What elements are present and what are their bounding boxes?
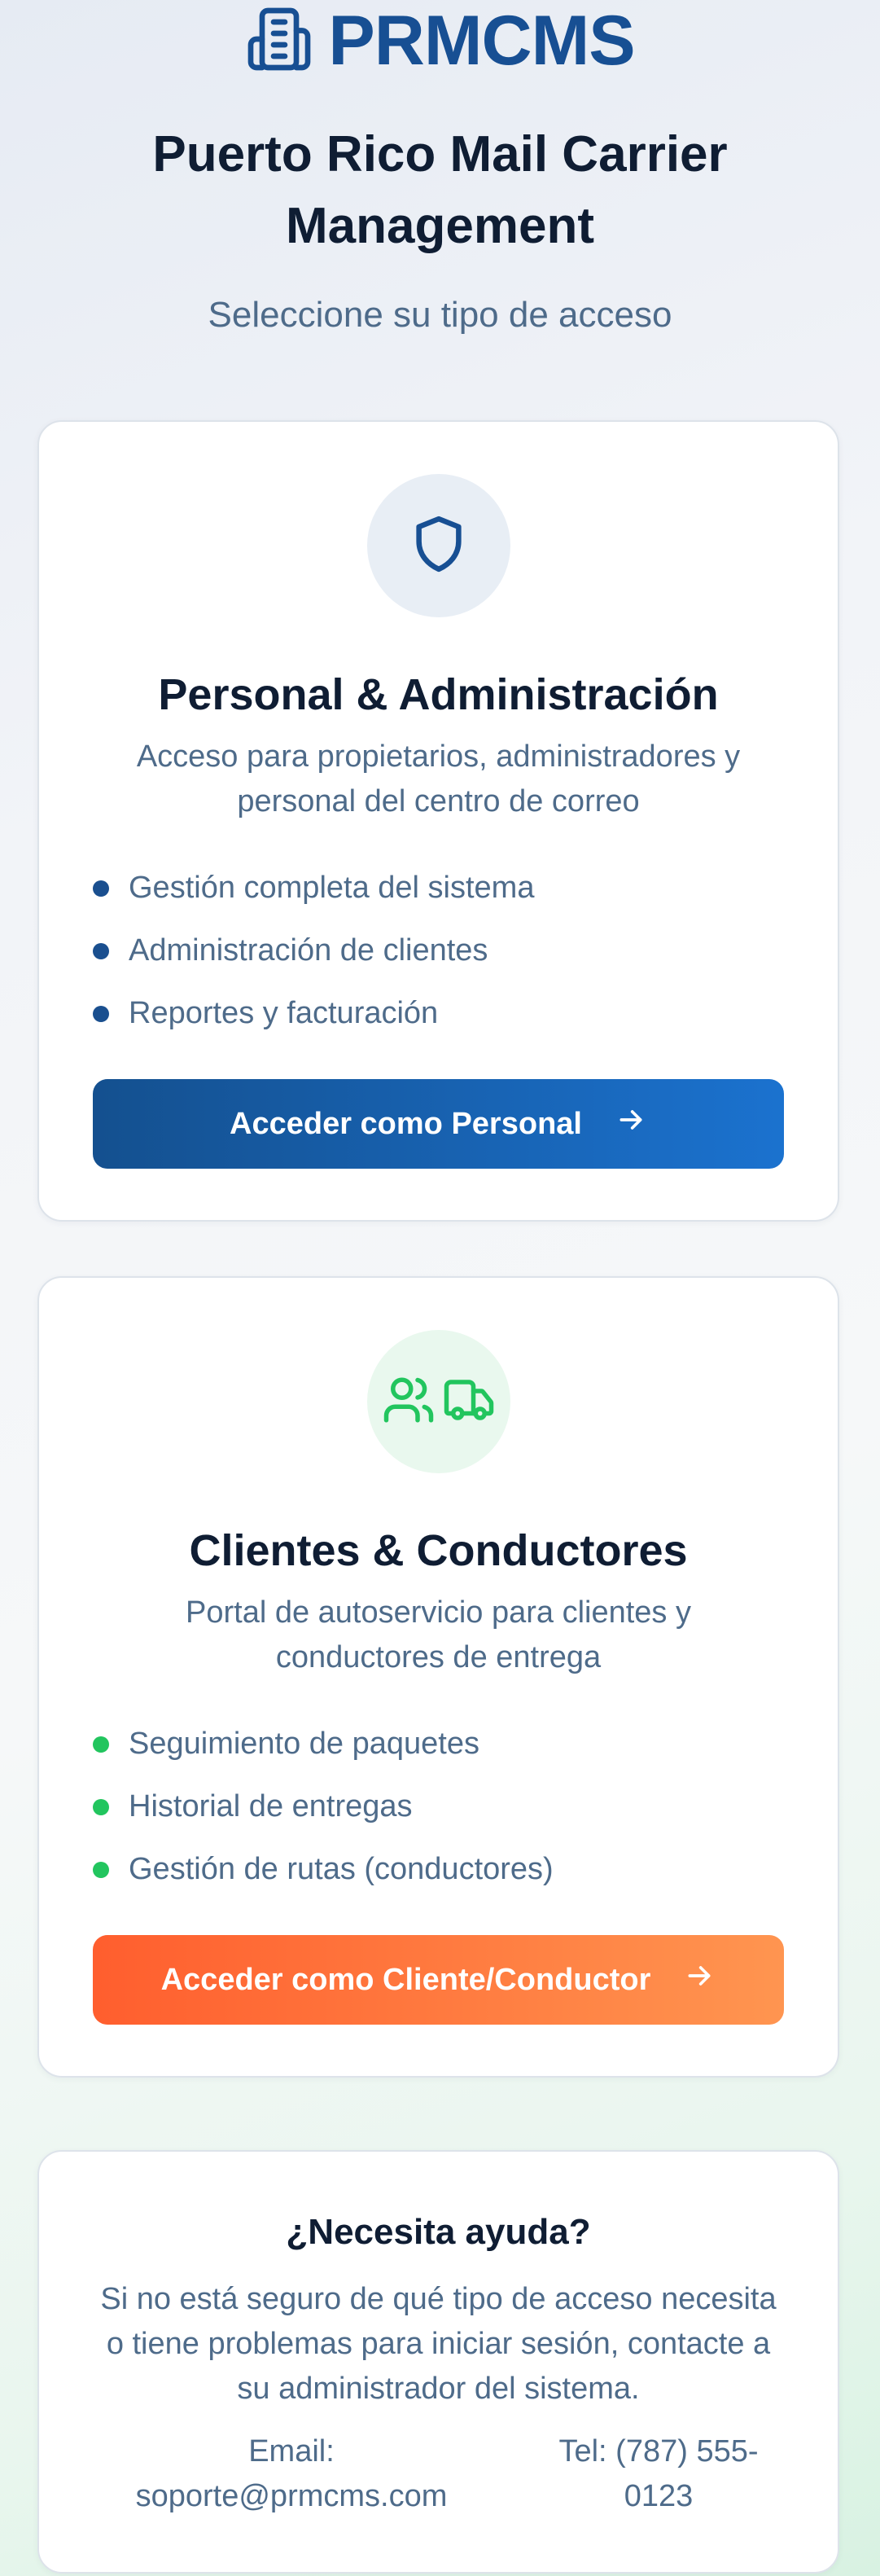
brand-logo: PRMCMS — [0, 0, 880, 81]
list-item: Administración de clientes — [93, 919, 838, 982]
list-item: Historial de entregas — [93, 1775, 838, 1838]
staff-icon-circle — [366, 474, 510, 617]
page-subtitle: Seleccione su tipo de acceso — [208, 295, 672, 335]
bullet-icon — [93, 880, 109, 897]
help-text: Si no está seguro de qué tipo de acceso … — [100, 2282, 777, 2406]
page-title: Puerto Rico Mail Carrier Management — [152, 126, 728, 254]
client-access-button[interactable]: Acceder como Cliente/Conductor — [93, 1935, 784, 2025]
users-icon — [382, 1373, 436, 1431]
contact-row: Email: soporte@prmcms.com Tel: (787) 555… — [120, 2429, 781, 2519]
arrow-right-icon — [615, 1104, 647, 1144]
client-card-description: Portal de autoservicio para clientes y c… — [186, 1595, 691, 1674]
staff-access-button[interactable]: Acceder como Personal — [93, 1079, 784, 1169]
brand-name: PRMCMS — [328, 1, 635, 80]
staff-access-card: Personal & Administración Acceso para pr… — [37, 420, 839, 1222]
shield-icon — [407, 512, 471, 580]
staff-card-description: Acceso para propietarios, administradore… — [136, 739, 741, 818]
staff-access-button-label: Acceder como Personal — [230, 1106, 582, 1141]
bullet-icon — [93, 1798, 109, 1815]
help-card: ¿Necesita ayuda? Si no está seguro de qu… — [37, 2150, 839, 2574]
bullet-icon — [93, 942, 109, 959]
staff-card-title: Personal & Administración — [158, 670, 719, 719]
bullet-icon — [93, 1005, 109, 1022]
staff-feature-list: Gestión completa del sistema Administrac… — [93, 857, 838, 1045]
list-item: Seguimiento de paquetes — [93, 1713, 838, 1775]
building-icon — [245, 5, 313, 77]
client-feature-list: Seguimiento de paquetes Historial de ent… — [93, 1713, 838, 1901]
list-item: Gestión completa del sistema — [93, 857, 838, 919]
email-label: Email: — [248, 2434, 335, 2468]
bullet-icon — [93, 1861, 109, 1878]
support-phone[interactable]: Tel: (787) 555-0123 — [536, 2429, 781, 2519]
email-value: soporte@prmcms.com — [135, 2479, 448, 2513]
list-item: Gestión de rutas (conductores) — [93, 1838, 838, 1901]
list-item: Reportes y facturación — [93, 982, 838, 1045]
arrow-right-icon — [683, 1959, 716, 2000]
bullet-icon — [93, 1736, 109, 1753]
truck-icon — [442, 1373, 496, 1431]
client-access-button-label: Acceder como Cliente/Conductor — [160, 1962, 651, 1997]
client-access-card: Clientes & Conductores Portal de autoser… — [37, 1276, 839, 2078]
client-icon-circle — [366, 1330, 510, 1473]
help-title: ¿Necesita ayuda? — [286, 2212, 591, 2252]
client-card-title: Clientes & Conductores — [189, 1526, 688, 1575]
support-email[interactable]: Email: soporte@prmcms.com — [120, 2429, 462, 2519]
page-header: PRMCMS Puerto Rico Mail Carrier Manageme… — [0, 0, 880, 336]
